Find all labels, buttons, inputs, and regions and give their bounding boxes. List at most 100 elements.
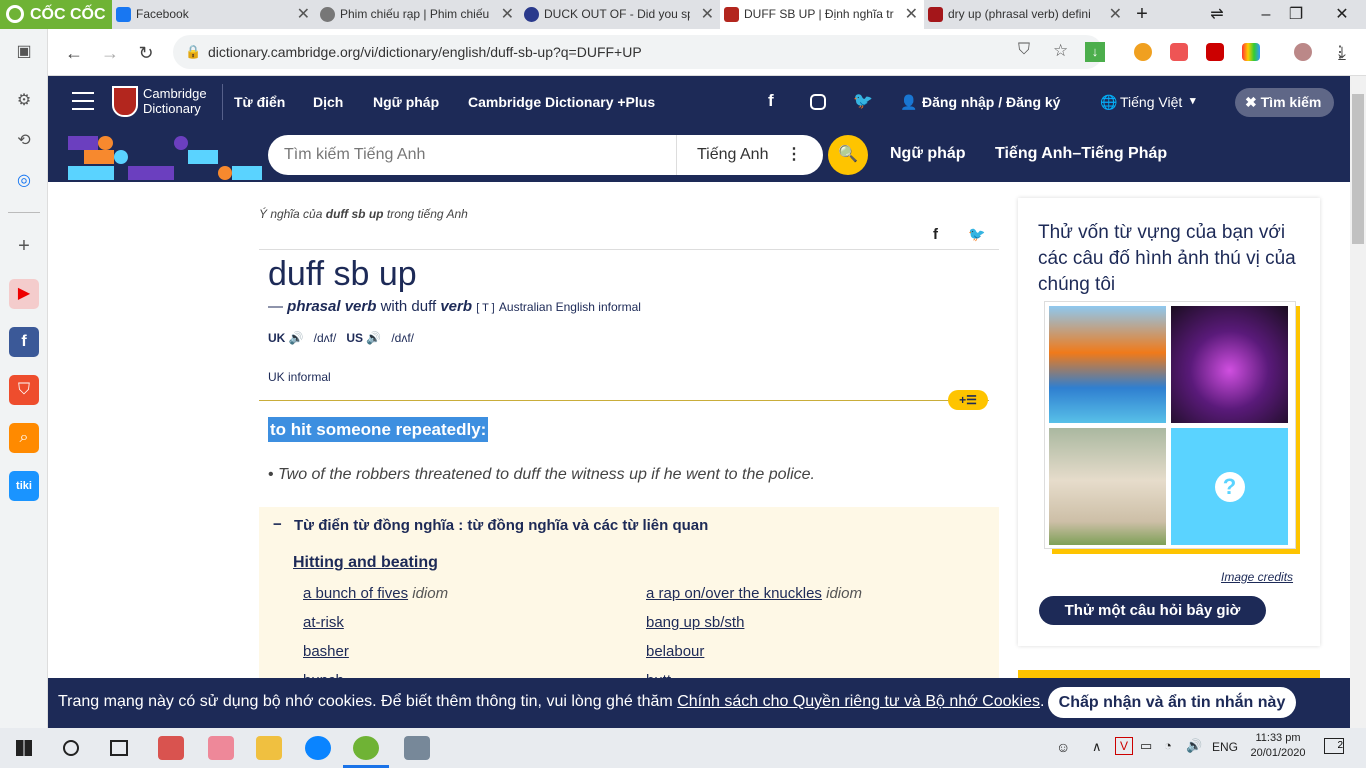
image-credits-link[interactable]: Image credits [1221, 570, 1293, 584]
privacy-policy-link[interactable]: Chính sách cho Quyền riêng tư và Bộ nhớ … [677, 693, 1040, 710]
synonym-link[interactable]: at-risk [303, 614, 344, 631]
nav-plus[interactable]: Cambridge Dictionary +Plus [468, 94, 655, 110]
register-label: UK informal [268, 370, 331, 384]
windows-start-icon[interactable] [16, 740, 32, 756]
uk-audio-icon[interactable]: 🔊 [289, 331, 304, 345]
search-button[interactable]: 🔍 [828, 135, 868, 175]
facebook-icon[interactable]: f [9, 327, 39, 357]
tab-duck-out[interactable]: DUCK OUT OF - Did you sp ✕ [520, 0, 720, 29]
search-input[interactable]: Tìm kiếm Tiếng Anh [284, 146, 425, 164]
tray-app-icon[interactable]: V [1115, 737, 1133, 755]
shield-icon[interactable]: ⛉ [1018, 41, 1030, 59]
tab-duff-sb-up[interactable]: DUFF SB UP | Định nghĩa tr ✕ [720, 0, 924, 29]
app-icon[interactable] [404, 736, 430, 760]
messenger-icon[interactable]: ◎ [9, 166, 39, 196]
us-audio-icon[interactable]: 🔊 [366, 331, 381, 345]
new-tab-button[interactable]: + [1122, 0, 1162, 29]
close-tab-icon[interactable]: ✕ [905, 0, 918, 29]
instagram-icon[interactable] [810, 94, 826, 110]
waterslide-image[interactable] [1049, 306, 1166, 423]
address-bar[interactable]: 🔒 dictionary.cambridge.org/vi/dictionary… [173, 35, 1105, 69]
question-mark-icon: ? [1214, 471, 1245, 502]
hamburger-menu-icon[interactable] [72, 92, 94, 110]
synonym-link[interactable]: basher [303, 643, 349, 660]
thesaurus-title[interactable]: Từ điển từ đồng nghĩa : từ đồng nghĩa và… [294, 517, 708, 534]
app-icon[interactable] [158, 736, 184, 760]
share-twitter-icon[interactable]: 🐦 [968, 226, 985, 243]
close-tab-icon[interactable]: ✕ [701, 0, 714, 29]
close-tab-icon[interactable]: ✕ [1109, 0, 1122, 29]
cortana-icon[interactable] [63, 740, 79, 756]
tiki-icon[interactable]: tiki [9, 471, 39, 501]
close-window-button[interactable]: ✕ [1322, 0, 1362, 29]
notification-icon[interactable]: 2 [1324, 738, 1344, 754]
add-to-list-button[interactable]: +☰ [948, 390, 988, 410]
playhouse-image[interactable] [1049, 428, 1166, 545]
task-view-icon[interactable] [110, 740, 128, 756]
zalo-icon[interactable] [305, 736, 331, 760]
close-tab-icon[interactable]: ✕ [501, 0, 514, 29]
downloads-icon[interactable]: ⤓ [1330, 41, 1354, 65]
download-helper-icon[interactable]: ↓ [1085, 42, 1105, 62]
tab-list-icon[interactable]: ⇌ [1197, 0, 1237, 29]
search-language-selector[interactable]: Tiếng Anh ⋮ [676, 135, 822, 175]
clock[interactable]: 11:33 pm 20/01/2020 [1250, 732, 1306, 759]
share-facebook-icon[interactable]: f [933, 226, 938, 243]
synonym-link[interactable]: a bunch of fives idiom [303, 585, 448, 602]
quiz-grid[interactable]: ? [1044, 301, 1296, 549]
settings-icon[interactable]: ⚙ [9, 86, 39, 116]
twitter-icon[interactable]: 🐦 [853, 91, 873, 111]
nav-grammar[interactable]: Ngữ pháp [373, 94, 439, 110]
nav-translate[interactable]: Dịch [313, 94, 343, 110]
login-link[interactable]: Đăng nhập / Đăng ký [922, 94, 1060, 110]
add-shortcut-icon[interactable]: + [9, 231, 39, 261]
extension-red-icon[interactable] [1206, 43, 1224, 61]
reload-button[interactable]: ↻ [134, 41, 158, 65]
tab-dry-up[interactable]: dry up (phrasal verb) defini ✕ [924, 0, 1128, 29]
site-logo[interactable]: Cambridge Dictionary [143, 86, 207, 116]
volume-icon[interactable]: 🔊 [1186, 738, 1202, 754]
coccoc-taskbar-icon[interactable] [353, 736, 379, 760]
fairground-image[interactable] [1171, 306, 1288, 423]
scrollbar-thumb[interactable] [1352, 94, 1364, 244]
app-icon[interactable] [208, 736, 234, 760]
file-explorer-icon[interactable] [256, 736, 282, 760]
sidebar-toggle-icon[interactable]: ▣ [9, 37, 39, 67]
maximize-button[interactable]: ❐ [1276, 0, 1316, 29]
people-icon[interactable]: ☺ [1056, 739, 1070, 755]
english-french-link[interactable]: Tiếng Anh–Tiếng Pháp [995, 145, 1167, 163]
network-icon[interactable]: ◔ [1164, 738, 1172, 753]
history-icon[interactable]: ⟲ [9, 126, 39, 156]
language-indicator[interactable]: ENG [1212, 740, 1238, 754]
language-selector[interactable]: Tiếng Việt [1120, 94, 1182, 110]
extension-color-icon[interactable] [1242, 43, 1260, 61]
collapse-icon[interactable]: − [273, 516, 282, 533]
synonym-link[interactable]: a rap on/over the knuckles idiom [646, 585, 862, 602]
back-button[interactable]: ← [62, 41, 86, 65]
coccoc-logo[interactable]: CỐC CỐC [0, 0, 112, 29]
extension-chrome-icon[interactable] [1134, 43, 1152, 61]
tab-phim[interactable]: Phim chiếu rạp | Phim chiếu ✕ [316, 0, 520, 29]
show-hidden-icons[interactable]: ∧ [1092, 739, 1102, 755]
synonym-link[interactable]: belabour [646, 643, 704, 660]
grammar-link[interactable]: Ngữ pháp [890, 145, 966, 163]
bookmark-star-icon[interactable]: ☆ [1053, 41, 1068, 61]
extension-shield-icon[interactable] [1170, 43, 1188, 61]
unknown-image[interactable]: ? [1171, 428, 1288, 545]
forward-button[interactable]: → [98, 41, 122, 65]
nav-dictionary[interactable]: Từ điển [234, 94, 285, 110]
start-quiz-button[interactable]: Thử một câu hỏi bây giờ [1039, 596, 1266, 625]
battery-icon[interactable]: ▭ [1140, 738, 1152, 754]
accept-cookies-button[interactable]: Chấp nhận và ẩn tin nhắn này [1048, 687, 1296, 718]
tab-facebook[interactable]: Facebook ✕ [112, 0, 316, 29]
profile-avatar[interactable] [1294, 43, 1312, 61]
facebook-icon[interactable]: f [768, 91, 774, 111]
search-toggle-button[interactable]: ✖ Tìm kiếm [1235, 88, 1334, 117]
shopee-icon[interactable]: ⛉ [9, 375, 39, 405]
thesaurus-heading[interactable]: Hitting and beating [293, 554, 438, 572]
close-tab-icon[interactable]: ✕ [297, 0, 310, 29]
youtube-icon[interactable]: ▶ [9, 279, 39, 309]
synonym-link[interactable]: bang up sb/sth [646, 614, 744, 631]
search-app-icon[interactable]: ⌕ [9, 423, 39, 453]
vertical-scrollbar[interactable] [1350, 76, 1366, 728]
